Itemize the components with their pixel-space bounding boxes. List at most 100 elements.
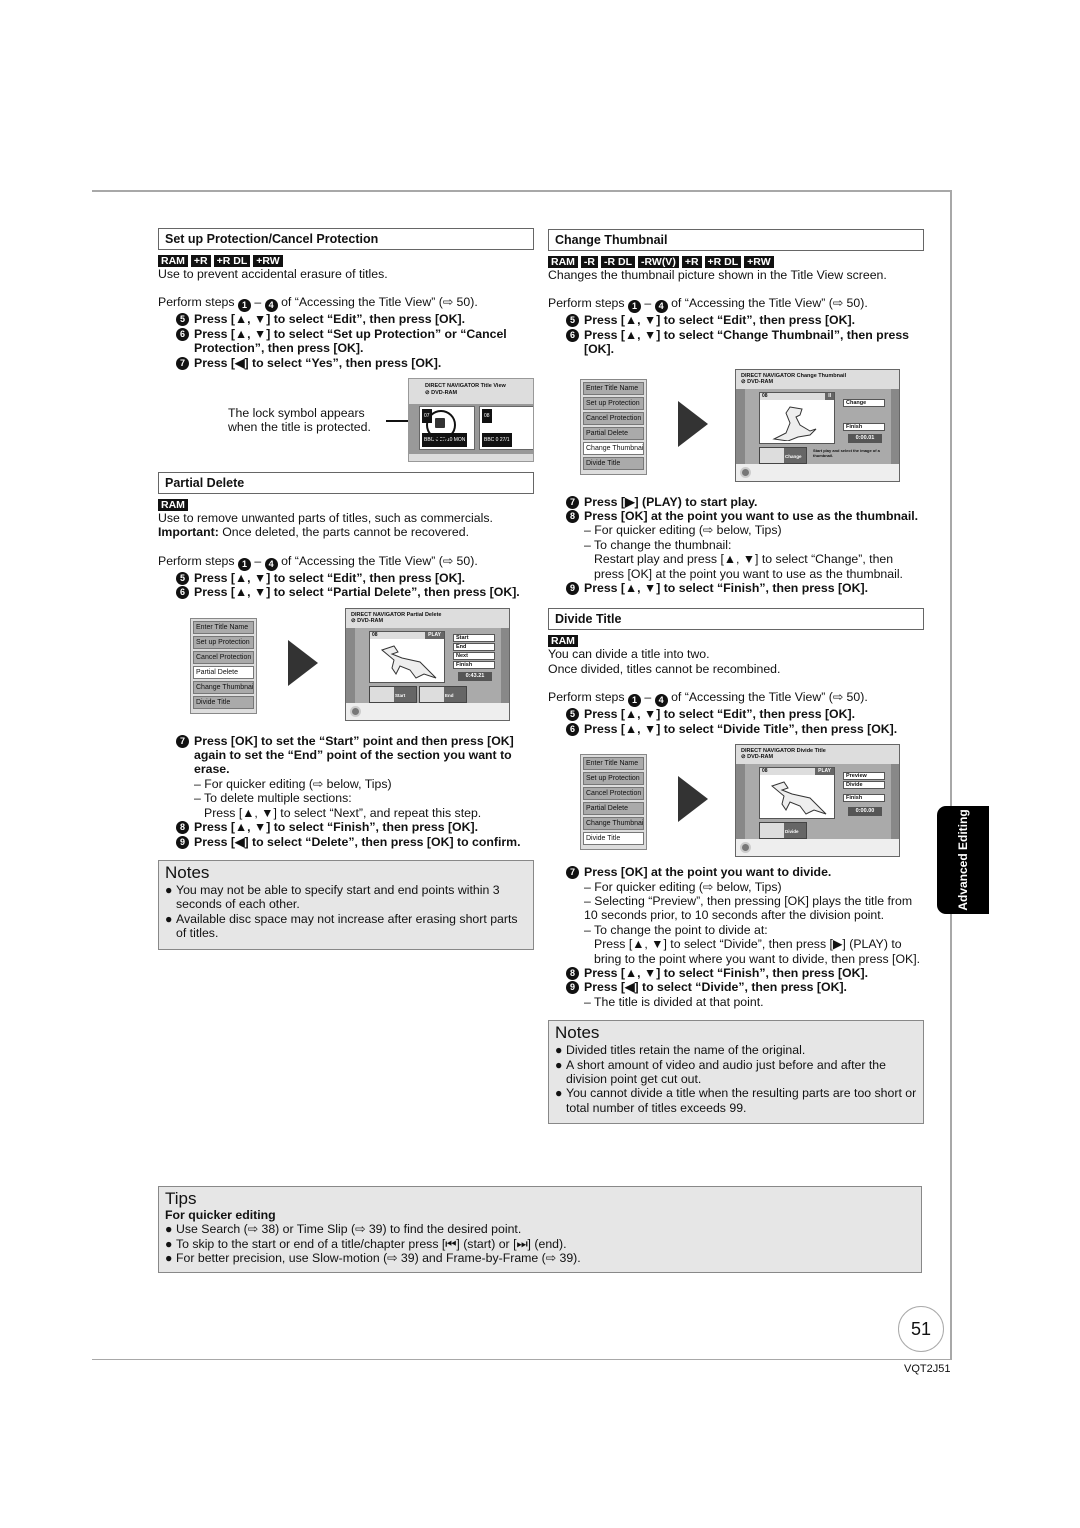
step-item: 8 Press [▲, ▼] to select “Finish”, then p… <box>548 966 924 980</box>
option-button: Divide <box>843 781 885 790</box>
disc-badges: RAM <box>158 499 534 512</box>
option-button: Next <box>453 651 495 660</box>
step-item: 6 Press [▲, ▼] to select “Set up Protecti… <box>158 327 534 356</box>
menu-item: Divide Title <box>583 456 644 470</box>
sub-item: – For quicker editing (⇨ below, Tips) <box>584 879 782 894</box>
menu-item: Cancel Protection <box>583 787 644 801</box>
step-item: 7 Press [OK] at the point you want to div… <box>548 865 924 880</box>
notes-box: Notes ● You may not be able to specify st… <box>158 859 534 950</box>
menu-item: Divide Title <box>193 695 254 709</box>
menu-item: Partial Delete <box>583 426 644 440</box>
callout-line <box>386 420 408 423</box>
screen-footer <box>736 839 899 857</box>
edit-menu: Enter Title Name Set up Protection Cance… <box>580 378 647 475</box>
step-item: 6 Press [▲, ▼] to select “Change Thumbnai… <box>548 328 924 357</box>
description: Use to remove unwanted parts of titles, … <box>158 511 493 526</box>
note-item: ● Divided titles retain the name of the o… <box>555 1043 806 1058</box>
video-preview: 08 PLAY <box>369 630 445 683</box>
side-tab-label: Advanced Editing <box>956 809 970 911</box>
step-item: 8 Press [OK] at the point you want to use… <box>548 509 924 524</box>
description: Use to prevent accidental erasure of tit… <box>158 267 388 281</box>
lock-caption: The lock symbol appears when the title i… <box>228 406 371 435</box>
arrow-right-icon <box>288 639 318 686</box>
sub-detail: Press [▲, ▼] to select “Divide”, then pr… <box>594 937 921 966</box>
step-item: 5 Press [▲, ▼] to select “Edit”, then pre… <box>158 312 534 327</box>
disc-badge: +R <box>681 256 702 268</box>
tips-subtitle: For quicker editing <box>165 1208 276 1222</box>
screen-footer <box>736 463 899 481</box>
note-item: ● Available disc space may not increase a… <box>165 911 518 941</box>
page-number: 51 <box>898 1306 944 1352</box>
disc-badge: RAM <box>158 255 188 267</box>
partial-delete-figure: Enter Title Name Set up Protection Cance… <box>158 607 534 728</box>
step-item: 7 Press [▶] (PLAY) to start play. <box>548 495 924 509</box>
disc-icon <box>740 466 751 478</box>
description: Once divided, titles cannot be recombine… <box>548 661 781 676</box>
disc-badge: RAM <box>158 499 188 512</box>
screen-title: DIRECT NAVIGATOR Title View <box>425 383 506 390</box>
lock-figure: The lock symbol appears when the title i… <box>158 378 534 463</box>
option-button: Start <box>453 633 495 642</box>
screen-title: DIRECT NAVIGATOR Divide Title <box>741 748 826 755</box>
menu-item: Partial Delete <box>583 802 644 816</box>
disc-badge: +R <box>190 255 211 267</box>
screen-disc: ⊘ DVD-RAM <box>425 390 458 397</box>
right-rule <box>950 190 952 1360</box>
option-button: Preview <box>843 772 885 781</box>
perform-steps: Perform steps 1 – 4 of “Accessing the Ti… <box>158 553 478 571</box>
section-heading-partial-delete: Partial Delete <box>158 472 534 495</box>
dinosaur-illustration <box>770 781 827 815</box>
disc-icon <box>350 705 361 717</box>
step-item: 7 Press [◀] to select “Yes”, then press [… <box>158 356 534 370</box>
menu-item: Enter Title Name <box>583 381 644 395</box>
disc-badge: -R <box>580 256 599 268</box>
important-note: Important: Once deleted, the parts canno… <box>158 525 469 540</box>
menu-item: Set up Protection <box>583 772 644 786</box>
step-item: 9 Press [◀] to select “Divide”, then pres… <box>548 980 924 995</box>
tip-item: ● Use Search (⇨ 38) or Time Slip (⇨ 39) t… <box>165 1222 522 1237</box>
step-item: 5 Press [▲, ▼] to select “Edit”, then pre… <box>548 313 924 328</box>
change-thumbnail-screen: DIRECT NAVIGATOR Change Thumbnail ⊘ DVD-… <box>735 368 900 482</box>
screen-title: DIRECT NAVIGATOR Partial Delete <box>351 611 442 618</box>
bottom-rule <box>92 1359 952 1360</box>
divide-title-figure: Enter Title Name Set up Protection Cance… <box>548 744 924 859</box>
sub-detail: Press [▲, ▼] to select “Next”, and repea… <box>204 805 482 820</box>
tip-item: ● For better precision, use Slow-motion (… <box>165 1251 581 1266</box>
document-code: VQT2J51 <box>904 1363 951 1375</box>
divide-thumb: Divide <box>759 822 807 840</box>
disc-badges: RAM -R -R DL -RW(V) +R +R DL +RW <box>548 256 924 268</box>
time-readout: 0:00.01 <box>848 433 882 443</box>
menu-item: Change Thumbnail <box>193 680 254 694</box>
menu-item-selected: Partial Delete <box>193 665 254 679</box>
disc-badges: RAM <box>548 635 924 648</box>
arrow-right-icon <box>678 776 708 823</box>
menu-item-selected: Change Thumbnail <box>583 441 644 455</box>
step-item: 9 Press [▲, ▼] to select “Finish”, then p… <box>548 581 924 596</box>
disc-badge: RAM <box>548 635 578 648</box>
step-item: 5 Press [▲, ▼] to select “Edit”, then pre… <box>158 571 534 585</box>
disc-badge: -RW(V) <box>638 256 679 268</box>
sub-item: – For quicker editing (⇨ below, Tips) <box>584 523 782 538</box>
disc-badges: RAM +R +R DL +RW <box>158 255 534 267</box>
screen-disc: ⊘ DVD-RAM <box>351 617 384 624</box>
menu-item: Cancel Protection <box>193 650 254 664</box>
disc-badge: +R DL <box>213 255 251 267</box>
arrow-right-icon <box>678 400 708 447</box>
sub-detail: Restart play and press [▲, ▼] to select … <box>594 552 903 581</box>
menu-item: Change Thumbnail <box>583 817 644 831</box>
tips-title: Tips <box>165 1189 197 1208</box>
option-button: Change <box>843 398 885 407</box>
menu-item: Enter Title Name <box>583 757 644 771</box>
menu-item: Set up Protection <box>193 635 254 649</box>
edit-menu: Enter Title Name Set up Protection Cance… <box>580 754 647 851</box>
option-button: Finish <box>843 422 885 431</box>
top-rule <box>92 190 952 192</box>
sub-item: – To change the point to divide at: <box>584 922 768 937</box>
right-column: Change Thumbnail RAM -R -R DL -RW(V) +R … <box>548 229 924 1125</box>
left-column: Set up Protection/Cancel Protection RAM … <box>158 228 534 950</box>
end-thumb: End <box>419 685 467 703</box>
time-readout: 0:00.00 <box>848 807 882 817</box>
perform-steps: Perform steps 1 – 4 of “Accessing the Ti… <box>548 296 868 314</box>
step-item: 8 Press [▲, ▼] to select “Finish”, then p… <box>158 820 534 835</box>
edit-menu: Enter Title Name Set up Protection Cance… <box>190 617 257 714</box>
